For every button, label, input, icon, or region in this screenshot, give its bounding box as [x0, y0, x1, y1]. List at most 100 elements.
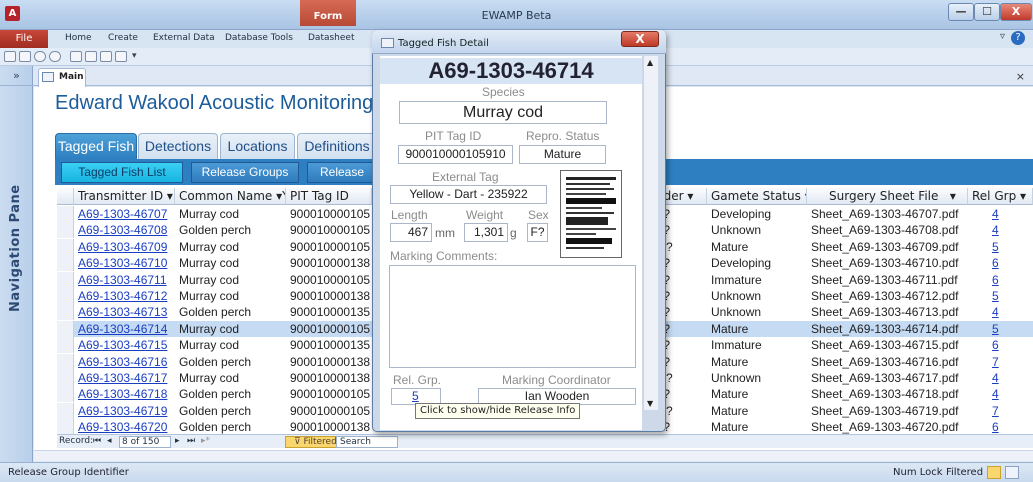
subtab-release[interactable]: Release [307, 162, 377, 183]
surgery-sheet-file-cell[interactable]: Sheet_A69-1303-46714.pdf [807, 321, 968, 337]
form-view-icon[interactable] [100, 51, 112, 62]
gamete-status-cell[interactable]: Mature [707, 239, 807, 255]
pit-tag-id-cell[interactable]: 900010000138 [286, 354, 372, 370]
tab-datasheet[interactable]: Datasheet [308, 33, 355, 43]
pit-tag-id-cell[interactable]: 900010000105 [286, 403, 372, 419]
tab-external-data[interactable]: External Data [153, 33, 215, 43]
customize-qat-icon[interactable]: ▾ [132, 51, 137, 61]
pit-tag-id-cell[interactable]: 900010000105 [286, 239, 372, 255]
rel-grp-link[interactable]: 6 [968, 337, 1033, 353]
nav-pane-label[interactable]: Navigation Pane [8, 178, 26, 318]
gamete-status-cell[interactable]: Unknown [707, 222, 807, 238]
first-record-icon[interactable]: ⏮ [93, 435, 101, 448]
common-name-cell[interactable]: Golden perch [175, 419, 286, 434]
maximize-button[interactable]: ☐ [974, 3, 1000, 21]
species-field[interactable]: Murray cod [399, 101, 607, 124]
row-selector[interactable] [57, 320, 74, 337]
transmitter-id-link[interactable]: A69-1303-46710 [74, 255, 175, 271]
tab-locations[interactable]: Locations [220, 133, 295, 159]
undo-icon[interactable] [34, 51, 46, 62]
tab-database-tools[interactable]: Database Tools [225, 33, 293, 43]
pit-tag-id-cell[interactable]: 900010000138 [286, 288, 372, 304]
help-icon[interactable]: ? [1011, 31, 1025, 45]
row-selector[interactable] [57, 222, 74, 239]
column-header-pit-tag-id[interactable]: PIT Tag ID [286, 188, 372, 205]
pit-tag-id-cell[interactable]: 900010000138 [286, 370, 372, 386]
rel-grp-link[interactable]: 5 [968, 239, 1033, 255]
minimize-button[interactable]: — [948, 3, 974, 21]
surgery-sheet-file-cell[interactable]: Sheet_A69-1303-46712.pdf [807, 288, 968, 304]
scroll-down-icon[interactable]: ▼ [647, 399, 653, 408]
subtab-release-groups[interactable]: Release Groups [191, 162, 299, 183]
row-selector-header[interactable] [57, 188, 74, 205]
sex-field[interactable]: F? [527, 223, 548, 242]
file-tab[interactable]: File [0, 30, 48, 48]
row-selector[interactable] [57, 419, 74, 434]
gamete-status-cell[interactable]: Mature [707, 419, 807, 434]
rel-grp-link[interactable]: 4 [968, 386, 1033, 402]
gamete-status-cell[interactable]: Immature [707, 337, 807, 353]
surgery-sheet-file-cell[interactable]: Sheet_A69-1303-46719.pdf [807, 403, 968, 419]
rel-grp-link[interactable]: 4 [968, 370, 1033, 386]
common-name-cell[interactable]: Golden perch [175, 403, 286, 419]
external-tag-field[interactable]: Yellow - Dart - 235922 [390, 185, 547, 204]
gamete-status-cell[interactable]: Mature [707, 403, 807, 419]
transmitter-id-link[interactable]: A69-1303-46707 [74, 206, 175, 222]
surgery-sheet-file-cell[interactable]: Sheet_A69-1303-46707.pdf [807, 206, 968, 222]
dialog-vertical-scrollbar[interactable]: ▲ ▼ [643, 56, 658, 410]
gamete-status-cell[interactable]: Developing [707, 255, 807, 271]
rel-grp-link[interactable]: 7 [968, 403, 1033, 419]
column-header-gamete-status[interactable]: Gamete Status ▾ [707, 188, 807, 205]
form-view-button[interactable] [987, 466, 1001, 479]
gamete-status-cell[interactable]: Mature [707, 354, 807, 370]
rel-grp-link[interactable]: 4 [968, 222, 1033, 238]
surgery-sheet-file-cell[interactable]: Sheet_A69-1303-46708.pdf [807, 222, 968, 238]
rel-grp-link[interactable]: 5 [968, 321, 1033, 337]
column-header-transmitter-id[interactable]: Transmitter ID ▾ [74, 188, 175, 205]
new-record-icon[interactable]: ▸* [201, 435, 210, 448]
gamete-status-cell[interactable]: Unknown [707, 288, 807, 304]
row-selector[interactable] [57, 304, 74, 321]
rel-grp-link[interactable]: 7 [968, 354, 1033, 370]
column-header-common-name[interactable]: Common Name ▾Y [175, 188, 286, 205]
surgery-sheet-file-cell[interactable]: Sheet_A69-1303-46716.pdf [807, 354, 968, 370]
last-record-icon[interactable]: ⏭ [187, 435, 195, 448]
datasheet-view-icon[interactable] [85, 51, 97, 62]
design-view-button[interactable] [1005, 466, 1019, 479]
surgery-sheet-thumbnail[interactable] [560, 170, 622, 258]
gamete-status-cell[interactable]: Immature [707, 272, 807, 288]
column-header-surgery-sheet-file[interactable]: Surgery Sheet File ▾ [807, 188, 968, 205]
row-selector[interactable] [57, 337, 74, 354]
row-selector[interactable] [57, 238, 74, 255]
row-selector[interactable] [57, 271, 74, 288]
gamete-status-cell[interactable]: Unknown [707, 304, 807, 320]
ribbon-minimize-icon[interactable]: ▿ [1000, 31, 1005, 42]
common-name-cell[interactable]: Murray cod [175, 370, 286, 386]
pit-tag-id-cell[interactable]: 900010000135 [286, 337, 372, 353]
row-selector[interactable] [57, 206, 74, 222]
transmitter-id-link[interactable]: A69-1303-46718 [74, 386, 175, 402]
transmitter-id-link[interactable]: A69-1303-46709 [74, 239, 175, 255]
common-name-cell[interactable]: Golden perch [175, 354, 286, 370]
close-document-icon[interactable]: × [1016, 70, 1025, 83]
pit-tag-id-cell[interactable]: 900010000105 [286, 321, 372, 337]
save-icon[interactable] [4, 51, 16, 62]
surgery-sheet-file-cell[interactable]: Sheet_A69-1303-46720.pdf [807, 419, 968, 434]
tab-detections[interactable]: Detections [138, 133, 218, 159]
previous-record-icon[interactable]: ◂ [107, 435, 112, 448]
pit-tag-id-cell[interactable]: 900010000138 [286, 419, 372, 434]
pit-tag-id-cell[interactable]: 900010000138 [286, 255, 372, 271]
tab-tagged-fish[interactable]: Tagged Fish [55, 133, 137, 159]
current-record-field[interactable]: 8 of 150 [119, 436, 171, 448]
print-preview-icon[interactable] [70, 51, 82, 62]
transmitter-id-link[interactable]: A69-1303-46714 [74, 321, 175, 337]
transmitter-id-link[interactable]: A69-1303-46720 [74, 419, 175, 434]
row-selector[interactable] [57, 255, 74, 272]
length-field[interactable]: 467 [390, 223, 432, 242]
transmitter-id-link[interactable]: A69-1303-46716 [74, 354, 175, 370]
rel-grp-link[interactable]: 6 [968, 255, 1033, 271]
transmitter-id-link[interactable]: A69-1303-46708 [74, 222, 175, 238]
next-record-icon[interactable]: ▸ [175, 435, 180, 448]
horizontal-scrollbar[interactable] [34, 450, 1033, 461]
gamete-status-cell[interactable]: Unknown [707, 370, 807, 386]
